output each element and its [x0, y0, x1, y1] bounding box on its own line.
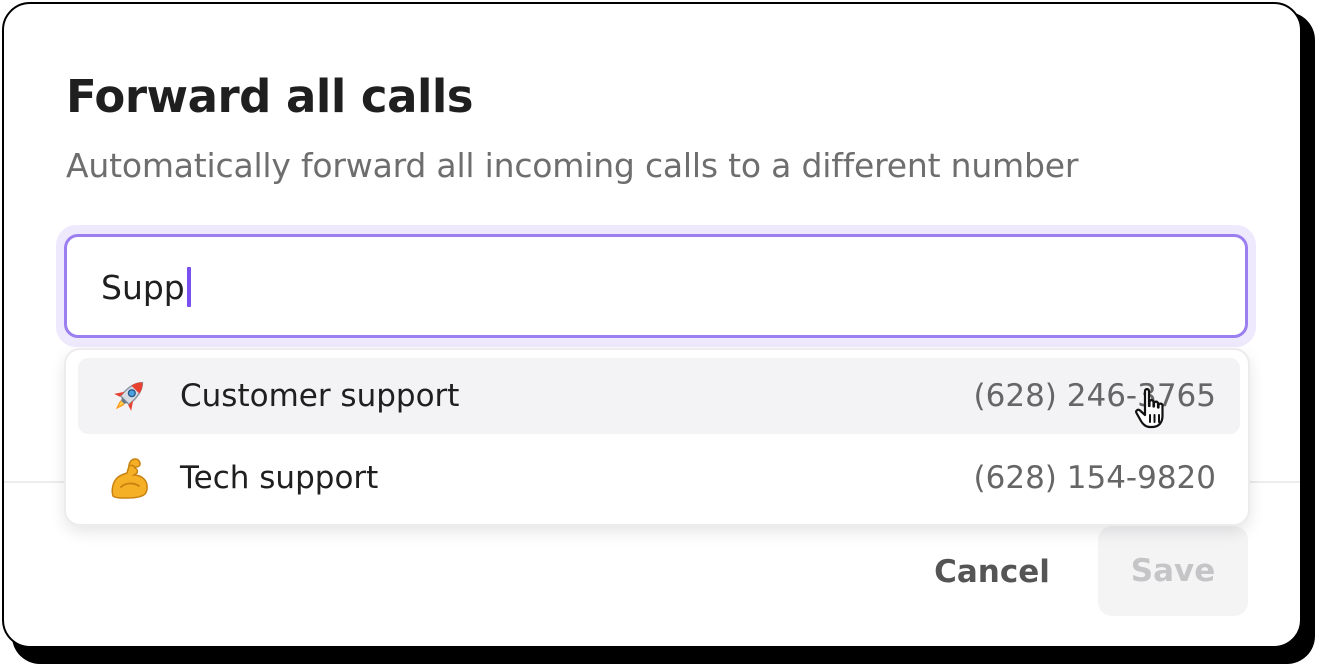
save-button[interactable]: Save [1098, 526, 1248, 616]
dialog-title: Forward all calls [66, 70, 474, 123]
stage: Forward all calls Automatically forward … [0, 0, 1322, 669]
flexed-biceps-icon [106, 455, 152, 501]
search-input[interactable]: Supp [64, 234, 1248, 338]
suggestion-label: Tech support [180, 460, 379, 496]
suggestion-label: Customer support [180, 378, 460, 414]
forward-calls-dialog: Forward all calls Automatically forward … [2, 2, 1302, 648]
text-caret [186, 267, 191, 307]
suggestion-item-customer-support[interactable]: Customer support (628) 246-3765 [78, 358, 1240, 434]
dialog-subtitle: Automatically forward all incoming calls… [66, 146, 1079, 185]
cancel-button[interactable]: Cancel [912, 532, 1072, 612]
suggestion-phone: (628) 246-3765 [973, 378, 1216, 414]
suggestion-phone: (628) 154-9820 [973, 460, 1216, 496]
search-input-text: Supp [101, 267, 185, 307]
suggestion-item-tech-support[interactable]: Tech support (628) 154-9820 [78, 440, 1240, 516]
rocket-icon [106, 373, 152, 419]
suggestions-dropdown: Customer support (628) 246-3765 Tech sup… [64, 348, 1250, 526]
search-input-value: Supp [101, 267, 191, 307]
